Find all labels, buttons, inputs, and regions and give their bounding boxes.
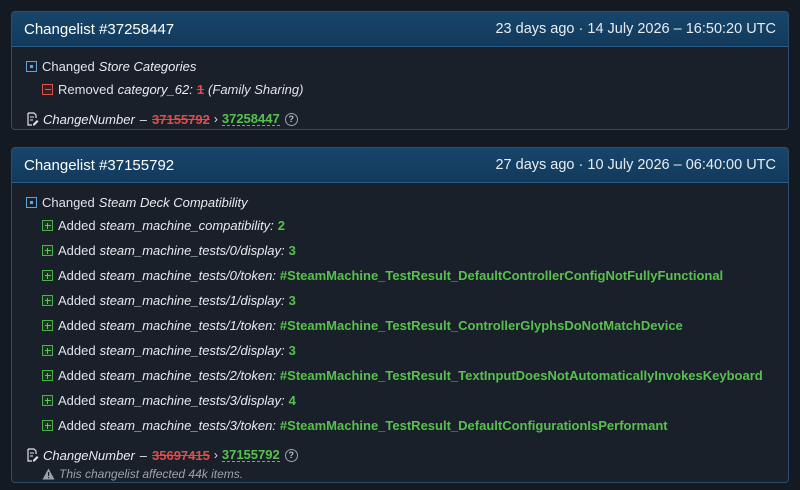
changelist-card: Changelist #37258447 23 days ago · 14 Ju…: [11, 11, 789, 130]
added-key: steam_machine_tests/1/token:: [99, 318, 276, 333]
added-label: Added: [58, 343, 96, 358]
added-key: steam_machine_tests/2/token:: [99, 368, 276, 383]
changed-section-row: Changed Steam Deck Compatibility: [26, 191, 776, 213]
added-label: Added: [58, 368, 96, 383]
added-row: Added steam_machine_tests/0/token: #Stea…: [26, 263, 776, 288]
change-number-arrow: ›: [213, 448, 218, 462]
added-value: #SteamMachine_TestResult_TextInputDoesNo…: [279, 368, 763, 383]
document-edit-icon: [27, 112, 39, 126]
change-number-label: ChangeNumber: [43, 111, 135, 127]
change-number-row: ChangeNumber – 37155792 › 37258447 ?: [26, 108, 776, 129]
changed-section-row: Changed Store Categories: [26, 55, 776, 77]
added-value: #SteamMachine_TestResult_DefaultControll…: [279, 268, 724, 283]
removed-icon: [42, 84, 53, 95]
added-key: steam_machine_tests/3/display:: [99, 393, 285, 408]
added-icon: [42, 220, 53, 231]
removed-value: 1: [196, 82, 205, 97]
section-name: Store Categories: [98, 58, 197, 74]
added-icon: [42, 420, 53, 431]
warning-icon: [42, 468, 55, 480]
added-value: #SteamMachine_TestResult_ControllerGlyph…: [279, 318, 683, 333]
added-row: Added steam_machine_tests/3/display: 4: [26, 388, 776, 413]
added-label: Added: [58, 418, 96, 433]
changelist-title[interactable]: Changelist #37155792: [24, 157, 174, 174]
change-number-label: ChangeNumber: [43, 447, 135, 463]
removed-label: Removed: [58, 82, 114, 97]
added-label: Added: [58, 393, 96, 408]
added-icon: [42, 270, 53, 281]
changelist-page: Changelist #37258447 23 days ago · 14 Ju…: [0, 0, 800, 490]
warning-text: This changelist affected 44k items.: [59, 467, 244, 481]
added-label: Added: [58, 293, 96, 308]
change-number-arrow: ›: [213, 112, 218, 126]
added-row: Added steam_machine_tests/2/display: 3: [26, 338, 776, 363]
changed-icon: [26, 196, 37, 208]
changed-label: Changed: [42, 58, 95, 74]
change-number-new[interactable]: 37258447: [221, 112, 280, 126]
changelist-header: Changelist #37155792 27 days ago · 10 Ju…: [12, 148, 788, 183]
help-icon[interactable]: ?: [284, 448, 298, 462]
help-icon[interactable]: ?: [284, 112, 298, 126]
changelist-body: Changed Steam Deck Compatibility Added s…: [12, 183, 788, 482]
added-value: 3: [288, 243, 296, 258]
changelist-card: Changelist #37155792 27 days ago · 10 Ju…: [11, 147, 789, 483]
added-icon: [42, 245, 53, 256]
changelist-date: 27 days ago · 10 July 2026 – 06:40:00 UT…: [495, 157, 776, 173]
added-key: steam_machine_tests/0/display:: [99, 243, 285, 258]
added-label: Added: [58, 268, 96, 283]
added-icon: [42, 395, 53, 406]
removed-note: (Family Sharing): [208, 82, 304, 97]
added-label: Added: [58, 243, 96, 258]
change-number-row: ChangeNumber – 35697415 › 37155792 ?: [26, 444, 776, 466]
change-number-old: 37155792: [152, 111, 210, 127]
added-row: Added steam_machine_tests/0/display: 3: [26, 238, 776, 263]
change-number-old: 35697415: [152, 447, 210, 463]
section-name: Steam Deck Compatibility: [98, 194, 248, 210]
added-row: Added steam_machine_tests/2/token: #Stea…: [26, 363, 776, 388]
added-value: #SteamMachine_TestResult_DefaultConfigur…: [279, 418, 668, 433]
changelist-header: Changelist #37258447 23 days ago · 14 Ju…: [12, 12, 788, 47]
added-row: Added steam_machine_tests/1/token: #Stea…: [26, 313, 776, 338]
added-label: Added: [58, 318, 96, 333]
warning-row: This changelist affected 44k items.: [26, 466, 776, 482]
added-key: steam_machine_tests/2/display:: [99, 343, 285, 358]
added-key: steam_machine_tests/1/display:: [99, 293, 285, 308]
added-icon: [42, 345, 53, 356]
document-edit-icon: [27, 448, 39, 462]
added-value: 3: [288, 343, 296, 358]
added-value: 4: [288, 393, 296, 408]
added-icon: [42, 295, 53, 306]
removed-key: category_62:: [117, 82, 193, 97]
added-row: Added steam_machine_tests/1/display: 3: [26, 288, 776, 313]
added-label: Added: [58, 218, 96, 233]
changelist-body: Changed Store Categories Removed categor…: [12, 47, 788, 129]
added-icon: [42, 320, 53, 331]
added-row: Added steam_machine_tests/3/token: #Stea…: [26, 413, 776, 438]
removed-row: Removed category_62: 1 (Family Sharing): [26, 77, 776, 102]
added-value: 3: [288, 293, 296, 308]
change-number-separator: –: [139, 447, 148, 463]
changed-label: Changed: [42, 194, 95, 210]
changelist-title[interactable]: Changelist #37258447: [24, 21, 174, 38]
added-value: 2: [277, 218, 285, 233]
added-key: steam_machine_tests/0/token:: [99, 268, 276, 283]
added-key: steam_machine_tests/3/token:: [99, 418, 276, 433]
added-row: Added steam_machine_compatibility: 2: [26, 213, 776, 238]
change-number-new[interactable]: 37155792: [221, 448, 280, 462]
changed-icon: [26, 60, 37, 72]
added-key: steam_machine_compatibility:: [99, 218, 274, 233]
added-icon: [42, 370, 53, 381]
change-number-separator: –: [139, 111, 148, 127]
changelist-date: 23 days ago · 14 July 2026 – 16:50:20 UT…: [495, 21, 776, 37]
